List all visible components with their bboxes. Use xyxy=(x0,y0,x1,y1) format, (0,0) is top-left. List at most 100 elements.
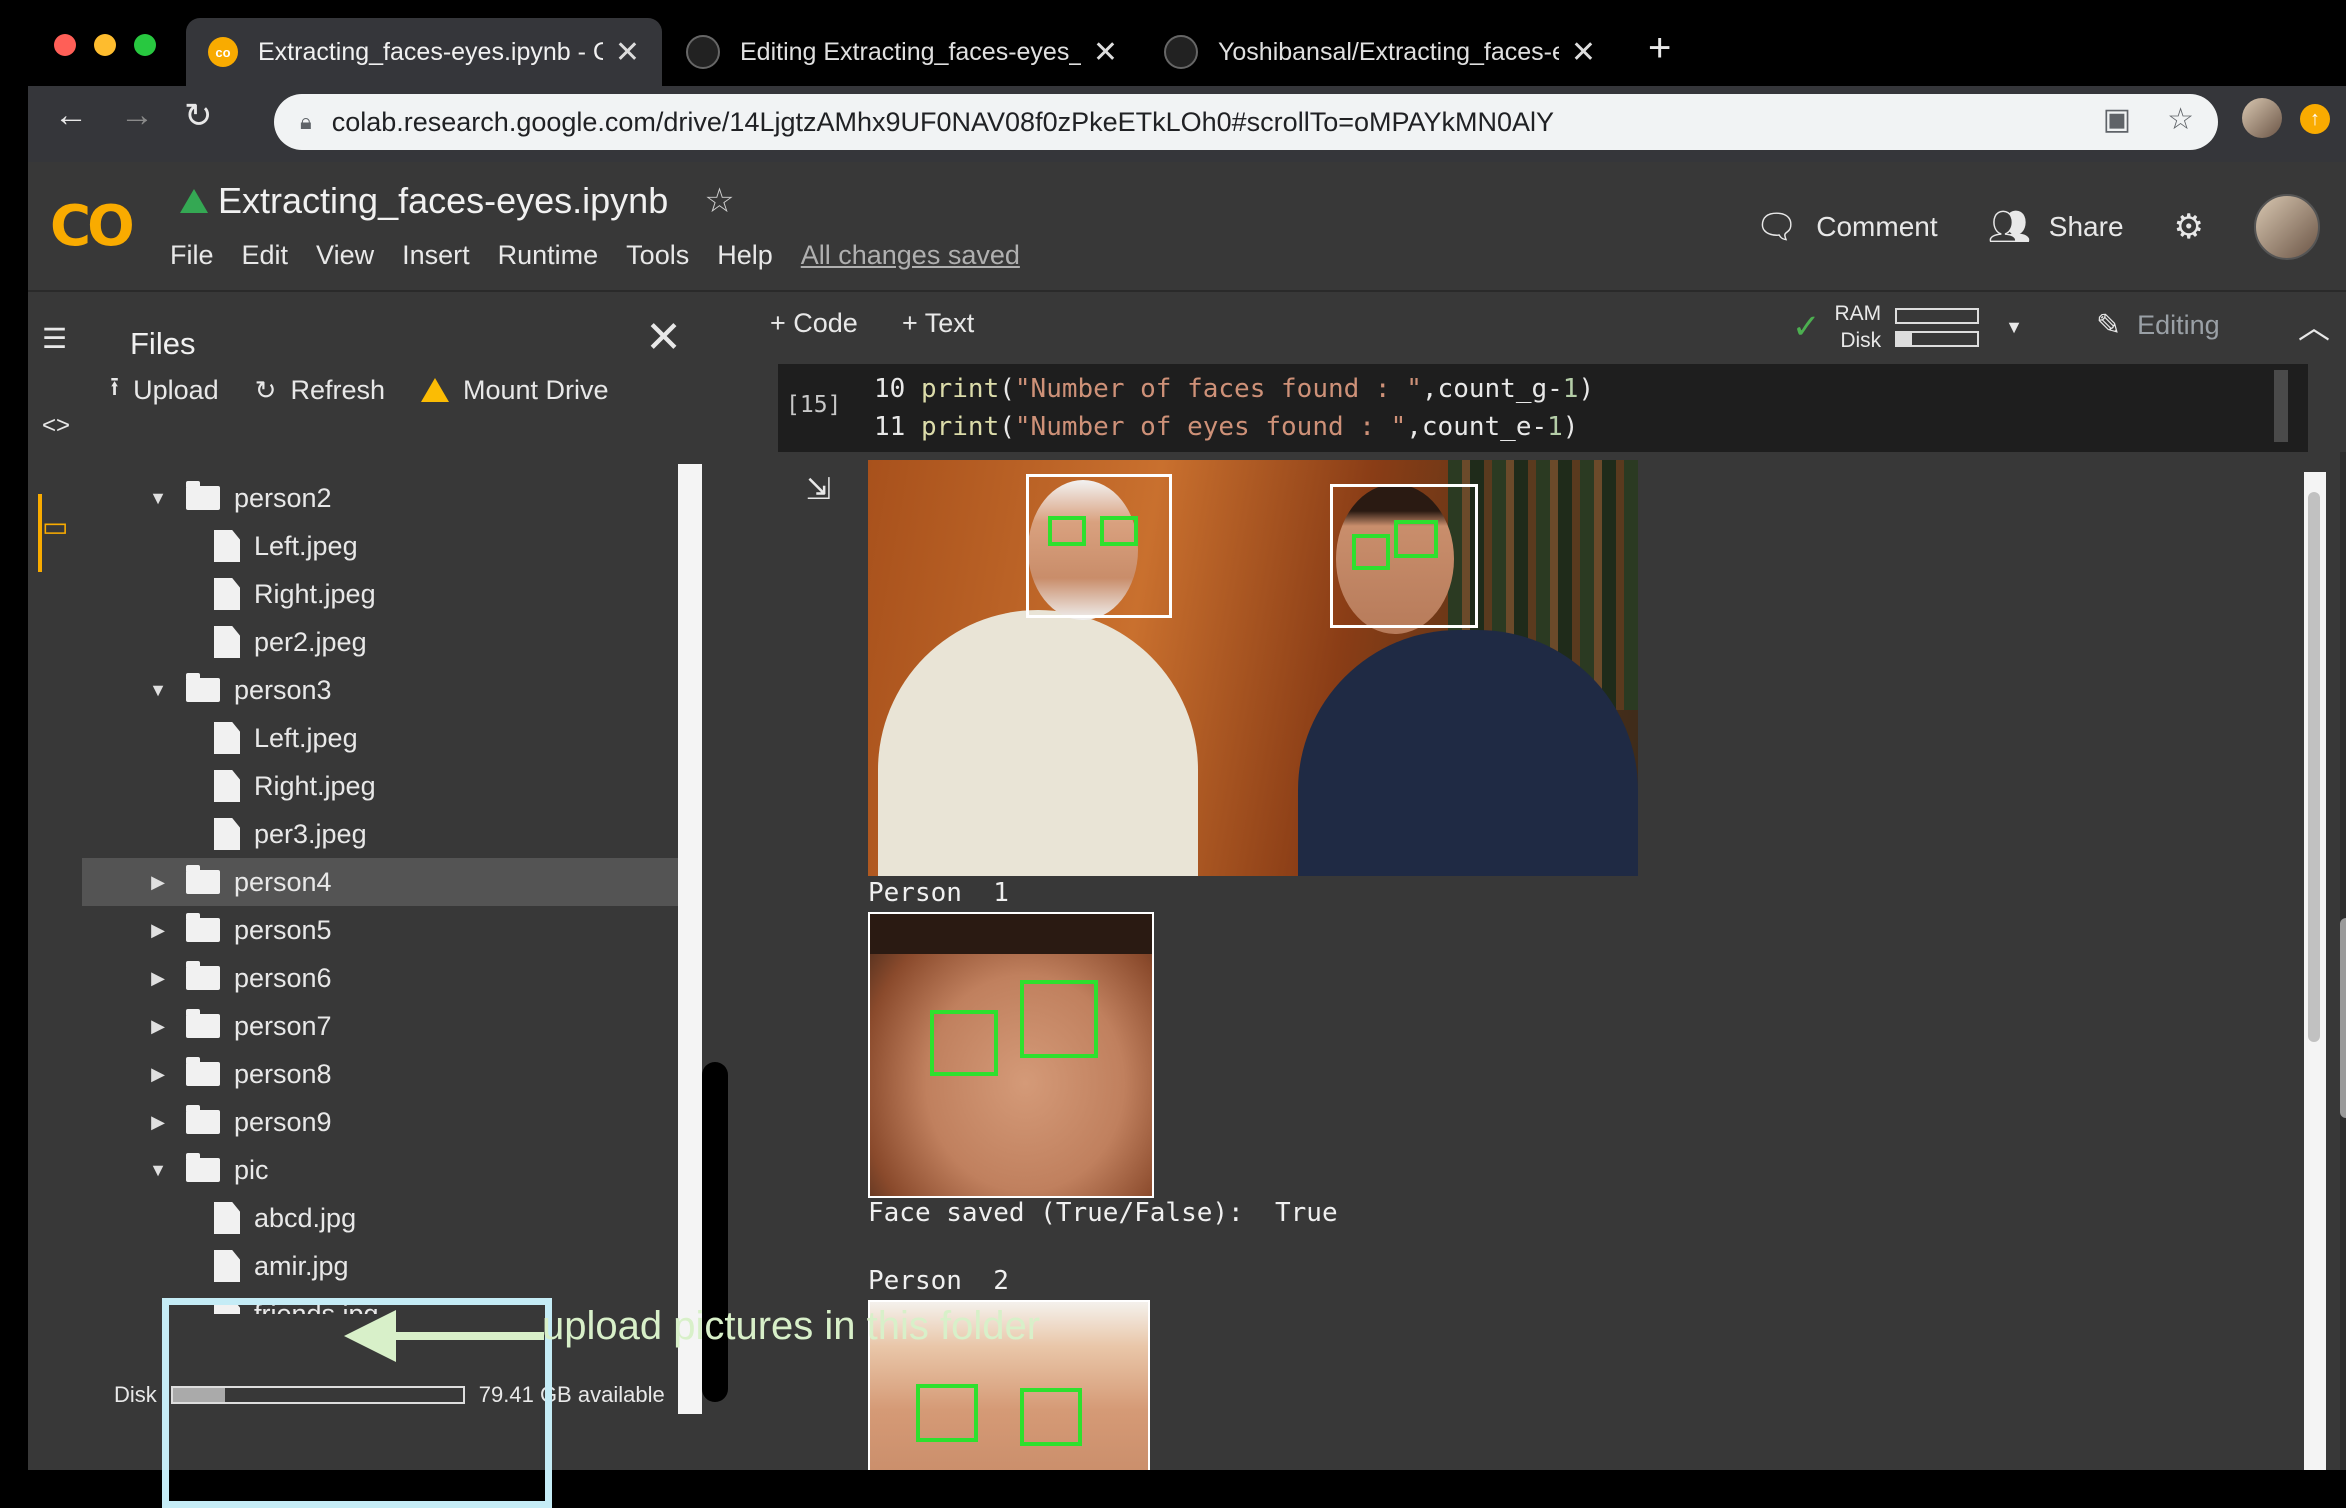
chevron-down-icon[interactable]: ▼ xyxy=(2005,317,2023,338)
table-of-contents-icon[interactable]: ☰ xyxy=(42,322,67,355)
file-icon xyxy=(214,722,240,754)
save-status-link[interactable]: All changes saved xyxy=(801,240,1020,271)
menu-help[interactable]: Help xyxy=(717,240,773,271)
tree-folder-row[interactable]: ▶ person9 xyxy=(82,1098,678,1146)
editing-mode-button[interactable]: ✎ Editing xyxy=(2096,308,2220,343)
tree-file-row[interactable]: abcd.jpg xyxy=(82,1194,678,1242)
tree-file-row[interactable]: amir.jpg xyxy=(82,1242,678,1290)
reload-icon[interactable]: ↻ xyxy=(184,96,213,136)
caret-down-icon[interactable]: ▼ xyxy=(146,488,170,509)
output-scrollbar[interactable] xyxy=(2304,472,2326,1470)
caret-right-icon[interactable]: ▶ xyxy=(146,1064,170,1085)
minimize-window-button[interactable] xyxy=(94,34,116,56)
maximize-window-button[interactable] xyxy=(134,34,156,56)
output-options-icon[interactable]: ⇲ xyxy=(806,472,831,507)
chevron-up-icon[interactable]: ︿ xyxy=(2298,302,2330,348)
bookmark-star-icon[interactable]: ☆ xyxy=(2167,102,2194,137)
account-avatar[interactable] xyxy=(2254,194,2320,260)
mount-drive-button[interactable]: Mount Drive xyxy=(421,368,609,412)
caret-right-icon[interactable]: ▶ xyxy=(146,968,170,989)
tree-folder-row[interactable]: ▶ person6 xyxy=(82,954,678,1002)
close-tab-icon[interactable]: ✕ xyxy=(615,35,640,70)
notebook-title[interactable]: Extracting_faces-eyes.ipynb xyxy=(218,180,668,222)
file-icon xyxy=(214,818,240,850)
caret-right-icon[interactable]: ▶ xyxy=(146,1016,170,1037)
code-line[interactable]: 11 print("Number of eyes found : ",count… xyxy=(874,412,1578,442)
share-button[interactable]: 👥︎ Share xyxy=(1988,207,2124,247)
folder-icon xyxy=(186,961,220,990)
folder-icon[interactable]: ▭ xyxy=(42,510,68,543)
tree-file-row[interactable]: Left.jpeg xyxy=(82,714,678,762)
star-icon[interactable]: ☆ xyxy=(704,181,734,221)
browser-tab-github-repo[interactable]: Yoshibansal/Extracting_faces-ey ✕ xyxy=(1142,18,1618,86)
close-tab-icon[interactable]: ✕ xyxy=(1093,35,1118,70)
address-bar[interactable]: 🔒︎ colab.research.google.com/drive/14Ljg… xyxy=(274,94,2218,150)
tree-folder-row[interactable]: ▶ person5 xyxy=(82,906,678,954)
close-window-button[interactable] xyxy=(54,34,76,56)
add-code-button[interactable]: + Code xyxy=(770,308,858,339)
caret-down-icon[interactable]: ▼ xyxy=(146,680,170,701)
cell-scrollbar[interactable] xyxy=(2274,370,2288,442)
tree-folder-row[interactable]: ▶ person8 xyxy=(82,1050,678,1098)
scrollbar-thumb[interactable] xyxy=(2340,918,2346,1118)
new-tab-button[interactable]: + xyxy=(1648,26,1671,71)
line-number: 11 xyxy=(874,412,906,442)
resources-indicator[interactable]: ✓ RAM Disk ▼ xyxy=(1792,300,2023,354)
menu-view[interactable]: View xyxy=(316,240,374,271)
folder-icon xyxy=(186,1057,220,1086)
tab-title: Extracting_faces-eyes.ipynb - C xyxy=(258,37,603,66)
page-scrollbar[interactable] xyxy=(2340,452,2346,1470)
gear-icon: ⚙ xyxy=(2173,208,2204,246)
update-icon[interactable]: ↑ xyxy=(2300,104,2330,134)
scrollbar-thumb[interactable] xyxy=(2308,492,2320,1042)
share-label: Share xyxy=(2048,211,2124,242)
back-arrow-icon[interactable]: ← xyxy=(54,96,88,135)
tree-file-row[interactable]: Right.jpeg xyxy=(82,762,678,810)
colab-favicon-icon: co xyxy=(208,37,238,67)
tree-file-row[interactable]: per3.jpeg xyxy=(82,810,678,858)
caret-right-icon[interactable]: ▶ xyxy=(146,920,170,941)
menu-runtime[interactable]: Runtime xyxy=(498,240,599,271)
browser-tab-github-edit[interactable]: Editing Extracting_faces-eyes_fr ✕ xyxy=(664,18,1140,86)
lock-icon: 🔒︎ xyxy=(300,109,312,134)
caret-right-icon[interactable]: ▶ xyxy=(146,872,170,893)
tree-folder-row[interactable]: ▶ person7 xyxy=(82,1002,678,1050)
colab-logo[interactable]: CO xyxy=(50,194,135,259)
tree-folder-row[interactable]: ▼ person3 xyxy=(82,666,678,714)
menu-edit[interactable]: Edit xyxy=(242,240,289,271)
tree-folder-row[interactable]: ▼ person2 xyxy=(82,474,678,522)
menu-tools[interactable]: Tools xyxy=(626,240,689,271)
tree-file-row[interactable]: Right.jpeg xyxy=(82,570,678,618)
upload-icon: ⭱ xyxy=(110,371,120,401)
code-snippets-icon[interactable]: <> xyxy=(42,412,70,440)
code-line[interactable]: 10 print("Number of faces found : ",coun… xyxy=(874,374,1594,404)
tab-title: Yoshibansal/Extracting_faces-ey xyxy=(1218,37,1559,66)
close-icon[interactable]: ✕ xyxy=(645,312,682,363)
upload-button[interactable]: ⭱ Upload xyxy=(110,368,219,412)
caret-down-icon[interactable]: ▼ xyxy=(146,1160,170,1181)
refresh-button[interactable]: ↻ Refresh xyxy=(255,368,385,412)
menu-file[interactable]: File xyxy=(170,240,214,271)
close-tab-icon[interactable]: ✕ xyxy=(1571,35,1596,70)
add-text-button[interactable]: + Text xyxy=(902,308,974,339)
caret-right-icon[interactable]: ▶ xyxy=(146,1112,170,1133)
profile-avatar[interactable] xyxy=(2242,98,2282,138)
disk-label: Disk xyxy=(114,1382,157,1407)
tree-item-label: Left.jpeg xyxy=(254,722,358,753)
tree-file-row[interactable]: Left.jpeg xyxy=(82,522,678,570)
file-icon xyxy=(214,578,240,610)
blocked-popup-icon[interactable]: ▣ xyxy=(2103,102,2131,137)
comment-button[interactable]: 🗨︎ Comment xyxy=(1755,207,1938,247)
menu-insert[interactable]: Insert xyxy=(402,240,470,271)
tree-folder-row[interactable]: ▼ pic xyxy=(82,1146,678,1194)
browser-tab-colab[interactable]: co Extracting_faces-eyes.ipynb - C ✕ xyxy=(186,18,662,86)
code-cell[interactable]: [15] 10 print("Number of faces found : "… xyxy=(778,364,2308,452)
files-panel-title: Files xyxy=(130,326,196,361)
tree-file-row[interactable]: per2.jpeg xyxy=(82,618,678,666)
file-tree-scrollbar[interactable] xyxy=(678,464,702,1414)
browser-tab-bar: co Extracting_faces-eyes.ipynb - C ✕ Edi… xyxy=(0,0,2346,86)
forward-arrow-icon[interactable]: → xyxy=(120,96,154,135)
pencil-icon: ✎ xyxy=(2096,309,2122,342)
tree-folder-row[interactable]: ▶ person4 xyxy=(82,858,678,906)
settings-button[interactable]: ⚙ xyxy=(2174,207,2204,247)
